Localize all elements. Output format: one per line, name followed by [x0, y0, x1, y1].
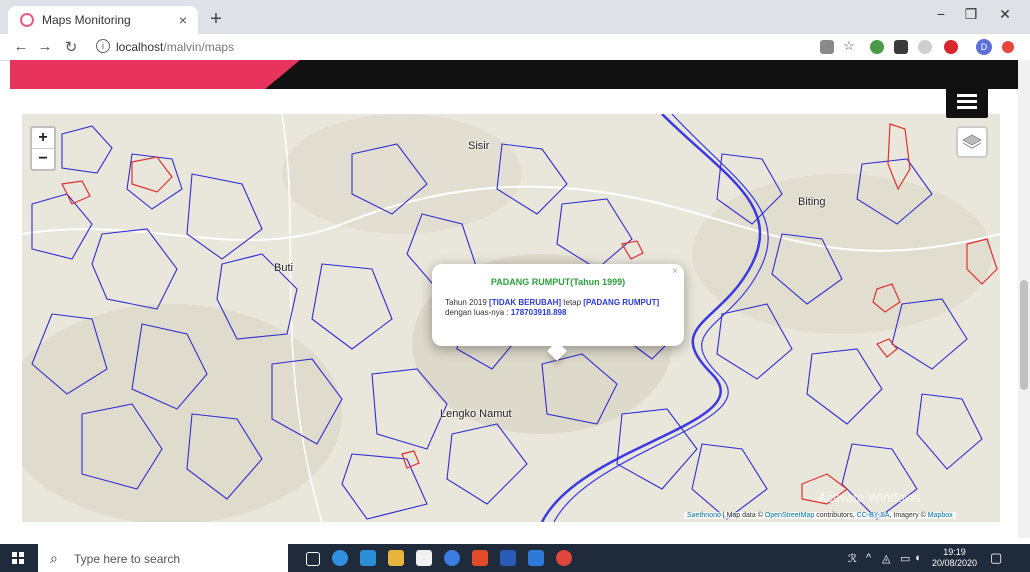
popup-title: PADANG RUMPUT(Tahun 1999) — [490, 277, 626, 287]
extension-icon[interactable] — [870, 40, 884, 54]
notifications-icon[interactable]: ▢ — [990, 550, 1002, 566]
search-icon: ⌕ — [50, 550, 58, 566]
place-label: Buti — [274, 262, 293, 274]
url-host: localhost — [116, 40, 164, 54]
adblock-icon[interactable] — [944, 40, 958, 54]
battery-icon[interactable]: ▭ — [900, 552, 910, 565]
zoom-out-button[interactable]: − — [32, 148, 54, 169]
address-bar[interactable]: localhost/malvin/maps — [116, 40, 234, 54]
tab-title: Maps Monitoring — [42, 13, 131, 27]
mail-icon[interactable] — [360, 550, 376, 566]
file-explorer-icon[interactable] — [388, 550, 404, 566]
attribution-text: contributors, — [814, 512, 857, 519]
forward-icon[interactable]: → — [36, 38, 54, 55]
popup-text: Tahun 2019 — [445, 298, 490, 307]
place-label: Lengko Namut — [440, 408, 512, 420]
search-placeholder: Type here to search — [74, 552, 181, 566]
layers-control-button[interactable] — [956, 126, 988, 158]
place-label: Biting — [798, 196, 826, 208]
chrome-icon[interactable] — [556, 550, 572, 566]
terrain-shade — [282, 114, 522, 234]
popup-area-value: 178703918.898 — [510, 308, 567, 317]
app-icon[interactable] — [528, 550, 544, 566]
popup-text: tetap — [561, 298, 584, 307]
new-tab-button[interactable]: + — [206, 8, 226, 31]
zoom-control: + − — [30, 126, 56, 171]
opera-icon[interactable] — [1002, 41, 1014, 53]
layers-icon — [962, 134, 982, 149]
word-icon[interactable] — [500, 550, 516, 566]
app-icon[interactable] — [472, 550, 488, 566]
app-icon[interactable] — [444, 550, 460, 566]
edge-icon[interactable] — [332, 550, 348, 566]
attribution-text: , Imagery © — [889, 512, 928, 519]
place-label: Sisir — [468, 140, 490, 152]
profile-avatar[interactable]: D — [976, 39, 992, 55]
popup-close-button[interactable]: × — [672, 266, 678, 277]
bookmark-star-icon[interactable]: ☆ — [840, 38, 858, 54]
menu-bar — [957, 106, 977, 109]
volume-icon[interactable]: ◖ — [914, 552, 921, 564]
activate-windows-watermark: Activate Windows — [818, 490, 921, 505]
browser-toolbar: ← → ↻ i localhost/malvin/maps ☆ D — [0, 34, 1030, 61]
store-icon[interactable] — [416, 550, 432, 566]
taskbar-search-box[interactable]: ⌕ Type here to search — [38, 544, 288, 572]
people-icon[interactable]: ℛ — [848, 552, 857, 565]
menu-hamburger-button[interactable] — [946, 84, 988, 118]
browser-tabbar: Maps Monitoring × + − ❐ ✕ — [0, 0, 1030, 34]
popup-category: [PADANG RUMPUT] — [583, 298, 660, 307]
extension-icon[interactable] — [894, 40, 908, 54]
attribution-link[interactable]: Mapbox — [928, 512, 953, 519]
favicon-icon — [20, 13, 34, 27]
page-scrollbar[interactable] — [1018, 60, 1030, 538]
attribution-link[interactable]: OpenStreetMap — [765, 512, 814, 519]
tab-close-icon[interactable]: × — [174, 12, 192, 28]
popup-text: dengan luas-nya : — [445, 308, 511, 317]
attribution-link[interactable]: CC-BY-SA — [857, 512, 890, 519]
menu-bar — [957, 94, 977, 97]
clock-time: 19:19 — [943, 547, 966, 557]
terrain-shade — [692, 174, 992, 334]
url-path: /malvin/maps — [163, 40, 235, 54]
task-view-icon[interactable] — [306, 552, 320, 566]
windows-start-icon[interactable] — [12, 552, 24, 564]
tray-chevron-icon[interactable]: ^ — [866, 552, 871, 564]
extension-icon[interactable] — [918, 40, 932, 54]
close-window-button[interactable]: ✕ — [992, 6, 1018, 23]
reload-icon[interactable]: ↻ — [62, 38, 80, 56]
windows-taskbar: ⌕ Type here to search ℛ ^ ◬ ▭ ◖ 19:19 20… — [0, 544, 1030, 572]
popup-status: [TIDAK BERUBAH] — [489, 298, 562, 307]
page-header — [10, 60, 1018, 89]
back-icon[interactable]: ← — [12, 38, 30, 55]
menu-bar — [957, 100, 977, 103]
terrain-shade — [22, 304, 342, 522]
translate-icon[interactable] — [820, 40, 834, 54]
taskbar-clock[interactable]: 19:19 20/08/2020 — [932, 547, 977, 569]
attribution-text: | Map data © — [720, 512, 765, 519]
popup-body: Tahun 2019 [TIDAK BERUBAH] tetap [PADANG… — [445, 298, 675, 318]
attribution-link[interactable]: Saethnono — [687, 512, 721, 519]
network-icon[interactable]: ◬ — [882, 552, 890, 565]
feature-popup: × PADANG RUMPUT(Tahun 1999) Tahun 2019 [… — [432, 264, 684, 361]
header-accent — [10, 60, 300, 89]
restore-button[interactable]: ❐ — [958, 6, 984, 23]
clock-date: 20/08/2020 — [932, 558, 978, 568]
browser-tab[interactable]: Maps Monitoring × — [8, 6, 198, 34]
minimize-button[interactable]: − — [928, 6, 954, 22]
zoom-in-button[interactable]: + — [32, 128, 54, 148]
scrollbar-thumb[interactable] — [1020, 280, 1028, 390]
site-info-icon[interactable]: i — [96, 39, 110, 53]
map-attribution: Saethnono | Map data © OpenStreetMap con… — [684, 512, 956, 519]
